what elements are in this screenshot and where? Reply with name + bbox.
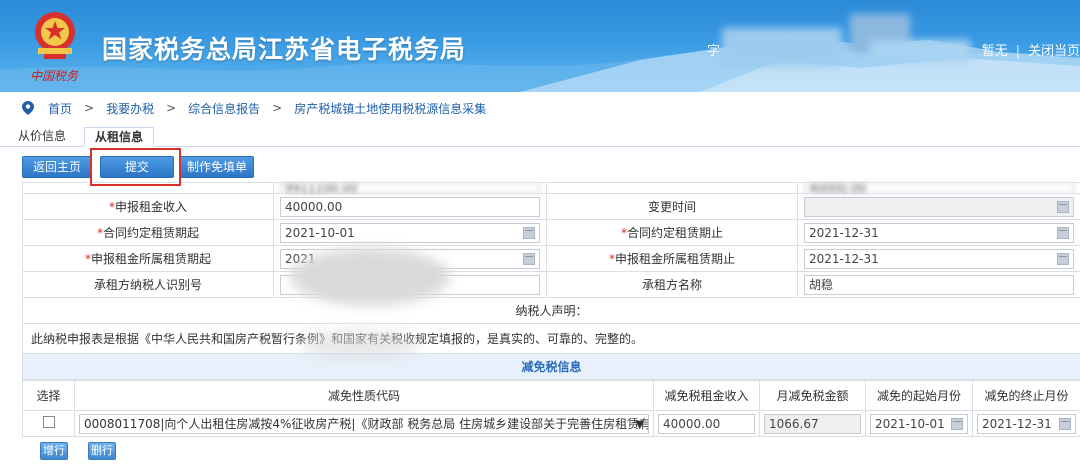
lease-start-label: 合同约定租赁期起 [102,226,199,240]
toolbar: 返回主页 提交 制作免填单 [0,150,1080,184]
tenant-name-input[interactable]: 胡稳 [804,274,1074,295]
calendar-icon[interactable] [1057,226,1069,239]
calendar-icon[interactable] [1059,417,1071,430]
monthly-amount-input[interactable]: 1066.67 [764,413,861,434]
tab-bar: 从价信息 从租信息 [0,125,1080,147]
statement-text: 此纳税申报表是根据《中华人民共和国房产税暂行条例》和国家有关税收规定填报的，是真… [22,323,1080,354]
lease-end-input[interactable]: 2021-12-31 [804,222,1074,243]
statement-title: 纳税人声明： [22,297,1080,324]
calendar-icon[interactable] [523,226,535,239]
exemption-section-title: 减免税信息 [22,353,1080,380]
col-monthly: 月减免税金额 [759,380,866,411]
rent-info-form: 9911100.00 40000.00 *申报租金收入 40000.00 变更时… [22,182,1080,437]
form-row: *申报租金收入 40000.00 变更时间 [22,193,1080,220]
calendar-icon[interactable] [1057,200,1069,213]
calendar-icon[interactable] [1057,252,1069,265]
exemption-table: 选择 减免性质代码 减免税租金收入 月减免税金额 减免的起始月份 减免的终止月份… [22,380,1080,437]
col-select: 选择 [22,380,75,411]
change-time-input[interactable] [804,196,1074,217]
partial-field-left: 9911100.00 [280,183,540,193]
user-prefix: 字 [707,44,721,59]
delete-row-button[interactable]: 删行 [88,442,116,460]
rent-info-table: 9911100.00 40000.00 *申报租金收入 40000.00 变更时… [22,182,1080,380]
form-row: *合同约定租赁期起 2021-10-01 *合同约定租赁期止 2021-12-3… [22,219,1080,246]
breadcrumb-home[interactable]: 首页 [48,100,72,117]
col-rent: 减免税租金收入 [653,380,760,411]
col-code: 减免性质代码 [74,380,654,411]
partial-field-right: 40000.00 [804,183,1074,193]
location-pin-icon [22,101,34,115]
redacted-user-info [722,28,842,66]
form-row: *申报租金所属租赁期起 2021 *申报租金所属租赁期止 2021-12-31 [22,245,1080,272]
start-month-input[interactable]: 2021-10-01 [870,413,968,434]
tab-rent-info[interactable]: 从租信息 [84,127,155,147]
period-end-label: 申报租金所属租赁期止 [614,252,735,266]
statement-row: 此纳税申报表是根据《中华人民共和国房产税暂行条例》和国家有关税收规定填报的，是真… [22,323,1080,354]
form-row: 承租方纳税人识别号 承租方名称 胡稳 [22,271,1080,298]
statement-title-row: 纳税人声明： [22,297,1080,324]
close-page-link[interactable]: 关闭当页 [1028,44,1080,59]
site-title: 国家税务总局江苏省电子税务局 [102,35,467,64]
lease-start-input[interactable]: 2021-10-01 [280,222,540,243]
header-banner: 中国税务 国家税务总局江苏省电子税务局 字 暂无 | 关闭当页 [0,0,1080,92]
form-row-partial: 9911100.00 40000.00 [22,182,1080,194]
exemption-title-row: 减免税信息 [22,353,1080,380]
end-month-input[interactable]: 2021-12-31 [977,413,1076,434]
table-row: 0008011708|向个人出租住房减按4%征收房产税|《财政部 税务总局 住房… [22,410,1080,437]
period-start-label: 申报租金所属租赁期起 [90,252,211,266]
tenant-name-label: 承租方名称 [546,271,798,298]
submit-button[interactable]: 提交 [100,156,174,178]
chevron-down-icon: ▼ [635,417,644,431]
col-start: 减免的起始月份 [865,380,973,411]
calendar-icon[interactable] [951,417,963,430]
notice-link[interactable]: 暂无 [982,44,1008,59]
tax-emblem-icon [35,12,75,59]
redaction-blur [300,330,420,360]
declared-rent-input[interactable]: 40000.00 [280,196,540,217]
redaction-blur [290,248,450,306]
declared-rent-label: 申报租金收入 [114,200,187,214]
row-checkbox[interactable] [42,416,55,428]
breadcrumb-info-report[interactable]: 综合信息报告 [188,100,260,117]
make-form-button[interactable]: 制作免填单 [180,156,254,178]
calendar-icon[interactable] [523,252,535,265]
change-time-label: 变更时间 [546,193,798,220]
breadcrumb-current[interactable]: 房产税城镇土地使用税税源信息采集 [294,100,486,117]
period-end-input[interactable]: 2021-12-31 [804,248,1074,269]
col-end: 减免的终止月份 [972,380,1080,411]
breadcrumb-tax-handling[interactable]: 我要办税 [106,100,154,117]
redacted-user-info-3 [870,40,970,62]
breadcrumb: 首页 > 我要办税 > 综合信息报告 > 房产税城镇土地使用税税源信息采集 [0,92,1080,124]
add-row-button[interactable]: 增行 [40,442,68,460]
exemption-code-select[interactable]: 0008011708|向个人出租住房减按4%征收房产税|《财政部 税务总局 住房… [79,413,649,434]
emblem-caption: 中国税务 [30,69,79,83]
exemption-header-row: 选择 减免性质代码 减免税租金收入 月减免税金额 减免的起始月份 减免的终止月份 [22,380,1080,411]
back-home-button[interactable]: 返回主页 [22,156,92,178]
tenant-id-label: 承租方纳税人识别号 [22,271,274,298]
lease-end-label: 合同约定租赁期止 [626,226,723,240]
exemption-rent-input[interactable]: 40000.00 [658,413,755,434]
header-links: 暂无 | 关闭当页 [981,44,1080,59]
tab-price-info[interactable]: 从价信息 [8,127,76,147]
